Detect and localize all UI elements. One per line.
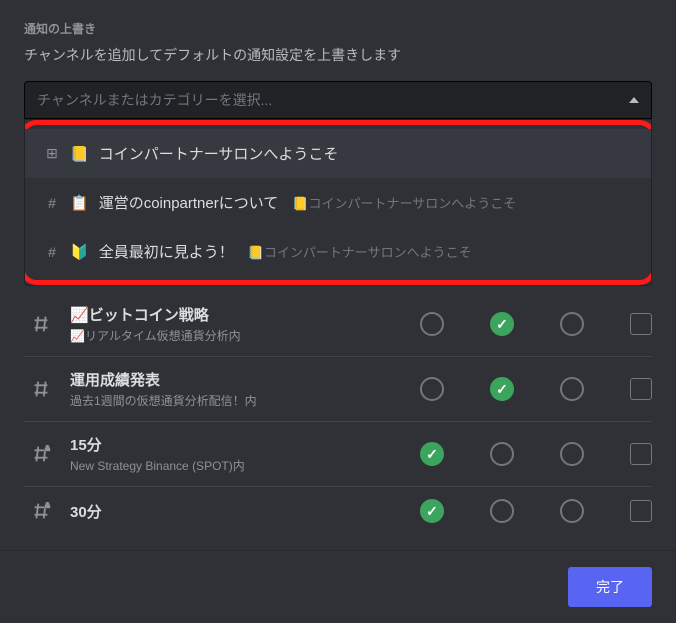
radio-mentions[interactable] [490,499,514,523]
section-description: チャンネルを追加してデフォルトの通知設定を上書きします [24,45,652,65]
channel-override-list: 📈ビットコイン戦略 📈リアルタイム仮想通貨分析内 運用成績発表 過去1週間の仮想… [24,292,652,535]
category-icon: ⊞ [44,145,60,162]
dropdown-option-label: 全員最初に見よう！ [99,241,234,262]
radio-all[interactable] [420,442,444,466]
highlight-annotation: ⊞ 📒 コインパートナーサロンへようこそ # 📋 運営のcoinpartnerに… [24,120,652,285]
modal-footer: 完了 [0,551,676,623]
channel-row: 📈ビットコイン戦略 📈リアルタイム仮想通貨分析内 [24,292,652,357]
emoji-icon: 📋 [70,194,89,212]
dropdown-option-channel[interactable]: # 🔰 全員最初に見よう！ 📒コインパートナーサロンへようこそ [24,227,652,276]
done-button[interactable]: 完了 [568,567,652,607]
dropdown-option-channel[interactable]: # 📋 運営のcoinpartnerについて 📒コインパートナーサロンへようこそ [24,178,652,227]
channel-row: 30分 [24,487,652,535]
radio-nothing[interactable] [560,442,584,466]
channel-name: 30分 [70,501,408,522]
hash-icon: # [44,244,60,260]
dropdown-option-category[interactable]: ⊞ 📒 コインパートナーサロンへようこそ [24,129,652,178]
radio-mentions[interactable] [490,377,514,401]
channel-name: 📈ビットコイン戦略 [70,304,408,325]
dropdown-option-suffix: 📒コインパートナーサロンへようこそ [248,242,472,261]
radio-nothing[interactable] [560,499,584,523]
channel-name: 運用成績発表 [70,369,408,390]
radio-all[interactable] [420,377,444,401]
channel-select-dropdown[interactable] [24,81,652,119]
dropdown-list: ⊞ 📒 コインパートナーサロンへようこそ # 📋 運営のcoinpartnerに… [24,119,652,286]
radio-mentions[interactable] [490,312,514,336]
radio-all[interactable] [420,312,444,336]
channel-sublabel: New Strategy Binance (SPOT)内 [70,457,408,474]
emoji-icon: 📒 [70,145,89,163]
caret-up-icon [629,97,639,103]
emoji-icon: 🔰 [70,243,89,261]
dropdown-option-label: 運営のcoinpartnerについて [99,192,279,213]
dropdown-option-label: コインパートナーサロンへようこそ [99,143,339,164]
channel-sublabel: 📈リアルタイム仮想通貨分析内 [70,327,408,344]
hash-icon: # [44,195,60,211]
mute-checkbox[interactable] [630,313,652,335]
mute-checkbox[interactable] [630,443,652,465]
channel-search-input[interactable] [37,92,629,108]
radio-nothing[interactable] [560,312,584,336]
channel-name: 15分 [70,434,408,455]
radio-all[interactable] [420,499,444,523]
channel-sublabel: 過去1週間の仮想通貨分析配信！内 [70,392,408,409]
channel-row: 15分 New Strategy Binance (SPOT)内 [24,422,652,487]
section-title: 通知の上書き [24,20,652,37]
hash-lock-icon [24,443,58,465]
hash-icon [24,313,58,335]
mute-checkbox[interactable] [630,378,652,400]
hash-lock-icon [24,500,58,522]
radio-nothing[interactable] [560,377,584,401]
mute-checkbox[interactable] [630,500,652,522]
radio-mentions[interactable] [490,442,514,466]
channel-row: 運用成績発表 過去1週間の仮想通貨分析配信！内 [24,357,652,422]
scrollbar[interactable] [666,0,674,623]
dropdown-option-suffix: 📒コインパートナーサロンへようこそ [292,193,516,212]
hash-icon [24,378,58,400]
